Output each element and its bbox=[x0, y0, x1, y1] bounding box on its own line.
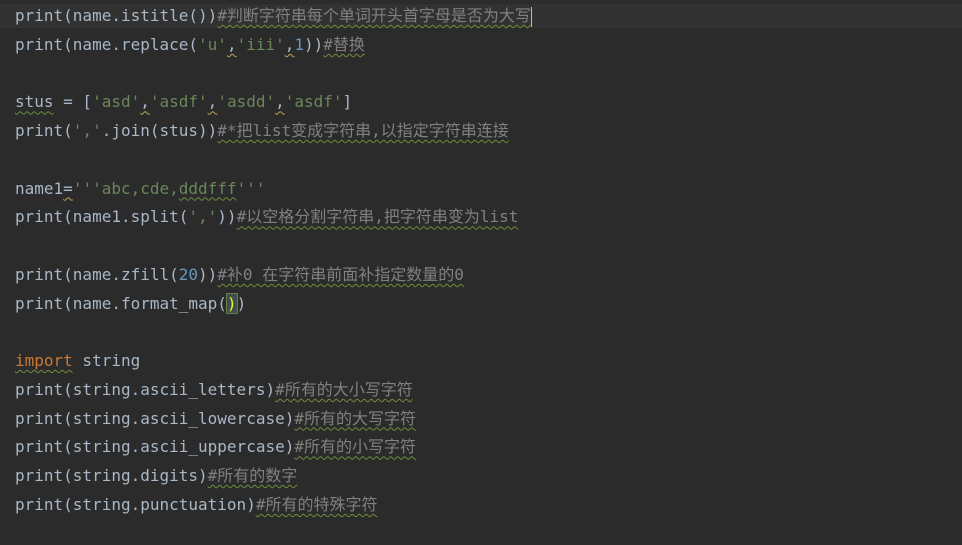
code-token: print(name.istitle()) bbox=[15, 6, 218, 25]
code-line[interactable]: name1='''abc,cde,dddfff''' bbox=[15, 177, 265, 201]
code-token: print(string.punctuation) bbox=[15, 494, 256, 514]
code-token: print( bbox=[15, 121, 73, 140]
code-token: string bbox=[72, 351, 141, 370]
code-line[interactable]: print(name1.split(','))#以空格分割字符串,把字符串变为l… bbox=[15, 205, 518, 229]
code-editor[interactable]: print(name.istitle())#判断字符串每个单词开头首字母是否为大… bbox=[0, 0, 962, 545]
code-token: name1 bbox=[15, 178, 64, 198]
code-line[interactable]: print(name.format_map()) bbox=[15, 292, 246, 316]
code-token: #替换 bbox=[323, 34, 365, 54]
code-token: print(string.digits) bbox=[15, 466, 208, 485]
code-token: print(string.ascii_lowercase) bbox=[15, 408, 295, 428]
code-line[interactable]: print(name.zfill(20))#补0 在字符串前面补指定数量的0 bbox=[15, 263, 464, 287]
code-token: ',' bbox=[188, 207, 218, 227]
code-line[interactable]: stus = ['asd','asdf','asdd','asdf'] bbox=[15, 90, 352, 114]
code-token: #所有的特殊字符 bbox=[255, 494, 378, 514]
code-token: 'u' bbox=[198, 34, 227, 54]
code-token: print(name.zfill( bbox=[15, 264, 179, 284]
code-token: #*把list变成字符串,以指定字符串连接 bbox=[217, 121, 509, 140]
code-token: 'asdd' bbox=[217, 92, 276, 112]
code-token: 20 bbox=[178, 264, 199, 284]
code-token: 1 bbox=[294, 34, 305, 54]
code-token: #所有的小写字符 bbox=[294, 437, 416, 457]
code-token: stus bbox=[15, 92, 54, 112]
code-token: ) bbox=[236, 293, 247, 313]
code-line[interactable]: print(string.ascii_letters)#所有的大小写字符 bbox=[15, 378, 413, 402]
code-token: )) bbox=[217, 207, 237, 227]
text-caret bbox=[530, 6, 532, 27]
code-token: )) bbox=[304, 34, 324, 54]
code-token: , bbox=[207, 92, 218, 112]
code-token: ) bbox=[225, 292, 238, 314]
code-token: , bbox=[140, 92, 150, 112]
code-line[interactable]: print(string.ascii_lowercase)#所有的大写字符 bbox=[15, 407, 416, 431]
code-token: .join(stus)) bbox=[101, 121, 218, 140]
code-token: #所有的大小写字符 bbox=[275, 379, 413, 399]
code-token: , bbox=[226, 34, 237, 54]
code-token: #补0 在字符串前面补指定数量的0 bbox=[217, 264, 464, 284]
code-line[interactable]: print(string.ascii_uppercase)#所有的小写字符 bbox=[15, 435, 416, 459]
code-token: ',' bbox=[72, 121, 102, 140]
code-token: #所有的数字 bbox=[207, 466, 298, 485]
code-token: ''' bbox=[236, 178, 266, 198]
code-line[interactable]: print(name.istitle())#判断字符串每个单词开头首字母是否为大… bbox=[0, 4, 962, 28]
code-line[interactable]: print(name.replace('u','iii',1))#替换 bbox=[15, 33, 365, 57]
code-token: 'asdf' bbox=[149, 92, 208, 112]
code-token: print(name.format_map( bbox=[15, 293, 227, 313]
code-token: , bbox=[275, 92, 285, 112]
code-token: ] bbox=[342, 92, 353, 112]
code-token: dddfff bbox=[178, 178, 237, 198]
code-token: = [ bbox=[53, 92, 93, 112]
code-token: print(string.ascii_letters) bbox=[15, 379, 276, 399]
code-line[interactable]: print(string.digits)#所有的数字 bbox=[15, 464, 297, 488]
code-token: )) bbox=[198, 264, 218, 284]
code-token: 'iii' bbox=[236, 34, 285, 54]
code-token: , bbox=[284, 34, 295, 54]
code-token: #所有的大写字符 bbox=[294, 408, 416, 428]
code-token: = bbox=[63, 178, 73, 198]
code-token: 'asdf' bbox=[284, 92, 343, 112]
code-token: print(string.ascii_uppercase) bbox=[15, 437, 295, 457]
code-line[interactable]: print(','.join(stus))#*把list变成字符串,以指定字符串… bbox=[15, 119, 509, 143]
code-token: #判断字符串每个单词开头首字母是否为大写 bbox=[217, 6, 531, 25]
code-token: '''abc,cde, bbox=[72, 178, 179, 198]
code-token: import bbox=[15, 351, 73, 370]
code-line[interactable]: import string bbox=[15, 349, 140, 373]
code-line[interactable]: print(string.punctuation)#所有的特殊字符 bbox=[15, 493, 377, 517]
code-token: 'asd' bbox=[92, 92, 141, 112]
code-token: print(name.replace( bbox=[15, 34, 199, 54]
code-token: print(name1.split( bbox=[15, 207, 189, 227]
code-token: #以空格分割字符串,把字符串变为list bbox=[236, 207, 519, 227]
